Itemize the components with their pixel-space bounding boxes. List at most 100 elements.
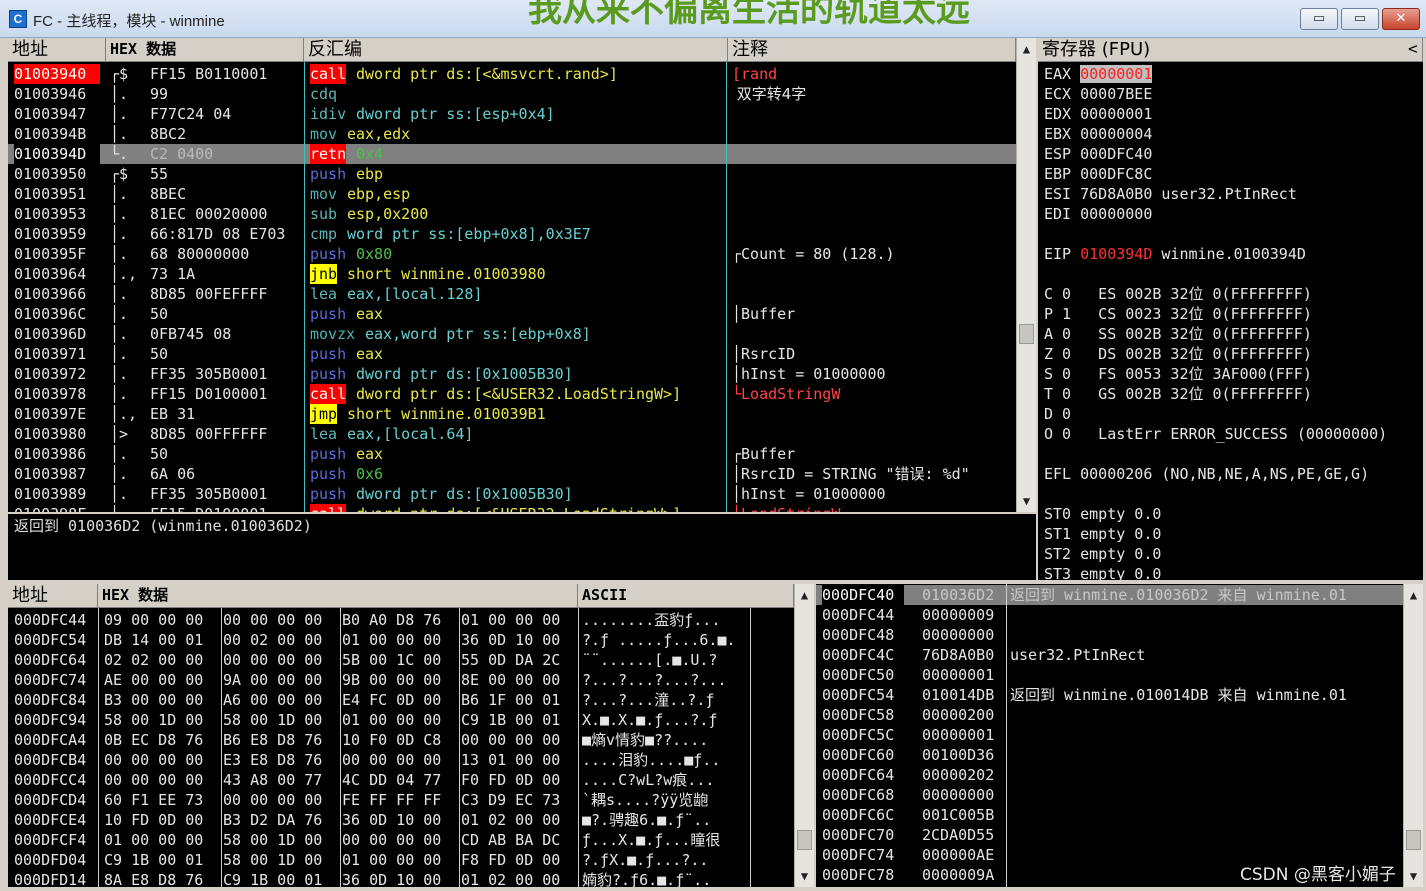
- stack-address[interactable]: 000DFC74: [822, 845, 904, 865]
- instruction-address[interactable]: 01003959: [14, 224, 100, 244]
- register-row[interactable]: ESI 76D8A0B0 user32.PtInRect: [1044, 184, 1297, 204]
- register-row[interactable]: EBX 00000004: [1044, 124, 1152, 144]
- stack-row[interactable]: 000DFC64 00000202: [816, 765, 1403, 785]
- dump-address[interactable]: 000DFC84: [14, 690, 98, 710]
- dump-col-header-hex[interactable]: HEX 数据: [98, 584, 578, 608]
- register-row[interactable]: S 0 FS 0053 32位 3AF000(FFF): [1044, 364, 1312, 384]
- scroll-down-icon[interactable]: ▼: [795, 867, 814, 885]
- scroll-up-icon[interactable]: ▲: [1017, 40, 1036, 58]
- stack-address[interactable]: 000DFC54: [822, 685, 904, 705]
- register-row[interactable]: A 0 SS 002B 32位 0(FFFFFFFF): [1044, 324, 1312, 344]
- disasm-row[interactable]: 01003951 │. 8BEC mov ebp,esp: [8, 184, 1016, 204]
- scroll-up-icon[interactable]: ▲: [795, 586, 814, 604]
- dump-address[interactable]: 000DFD14: [14, 870, 98, 887]
- disasm-row[interactable]: 01003989 │. FF35 305B0001 push dword ptr ds:…: [8, 484, 1016, 504]
- collapse-icon[interactable]: <: [1408, 39, 1418, 58]
- instruction-address[interactable]: 01003964: [14, 264, 100, 284]
- stack-row[interactable]: 000DFC48 00000000: [816, 625, 1403, 645]
- stack-row[interactable]: 000DFC70 2CDA0D55: [816, 825, 1403, 845]
- stack-address[interactable]: 000DFC5C: [822, 725, 904, 745]
- dump-row[interactable]: 000DFD14 8A E8 D8 76 C9 1B 00 01 36 0D 10 0…: [8, 870, 794, 887]
- register-row[interactable]: O 0 LastErr ERROR_SUCCESS (00000000): [1044, 424, 1387, 444]
- stack-address[interactable]: 000DFC68: [822, 785, 904, 805]
- cpu-scrollbar[interactable]: ▲ ▼: [1016, 38, 1036, 512]
- scroll-thumb[interactable]: [797, 830, 812, 850]
- dump-address[interactable]: 000DFCD4: [14, 790, 98, 810]
- disasm-row[interactable]: 0100394B │. 8BC2 mov eax,edx: [8, 124, 1016, 144]
- register-value[interactable]: 00000001: [1080, 65, 1153, 83]
- disasm-row[interactable]: 01003950 ┌$ 55 push ebp: [8, 164, 1016, 184]
- stack-address[interactable]: 000DFC48: [822, 625, 904, 645]
- stack-row[interactable]: 000DFC6C 001C005B: [816, 805, 1403, 825]
- stack-address[interactable]: 000DFC64: [822, 765, 904, 785]
- dump-address[interactable]: 000DFCA4: [14, 730, 98, 750]
- maximize-button[interactable]: ▭: [1341, 8, 1379, 30]
- stack-address[interactable]: 000DFC50: [822, 665, 904, 685]
- register-row[interactable]: ST0 empty 0.0: [1044, 504, 1161, 524]
- stack-row[interactable]: 000DFC5C 00000001: [816, 725, 1403, 745]
- register-row[interactable]: D 0: [1044, 404, 1071, 424]
- register-row[interactable]: ECX 00007BEE: [1044, 84, 1152, 104]
- dump-address[interactable]: 000DFD04: [14, 850, 98, 870]
- instruction-address[interactable]: 01003971: [14, 344, 100, 364]
- instruction-address[interactable]: 0100398F: [14, 504, 100, 512]
- minimize-button[interactable]: ▭: [1300, 8, 1338, 30]
- dump-row[interactable]: 000DFC64 02 02 00 00 00 00 00 00 5B 00 1C 0…: [8, 650, 794, 670]
- dump-col-header-ascii[interactable]: ASCII: [578, 584, 794, 608]
- dump-address[interactable]: 000DFCB4: [14, 750, 98, 770]
- disasm-row[interactable]: 01003946 │. 99 cdq 双字转4字: [8, 84, 1016, 104]
- instruction-address[interactable]: 0100397E: [14, 404, 100, 424]
- stack-address[interactable]: 000DFC70: [822, 825, 904, 845]
- dump-col-header-address[interactable]: 地址: [8, 584, 98, 608]
- instruction-address[interactable]: 01003947: [14, 104, 100, 124]
- dump-address[interactable]: 000DFCC4: [14, 770, 98, 790]
- disasm-row[interactable]: 01003953 │. 81EC 00020000 sub esp,0x200: [8, 204, 1016, 224]
- stack-row[interactable]: 000DFC40 010036D2 返回到 winmine.010036D2 来自 …: [816, 585, 1403, 605]
- dump-row[interactable]: 000DFD04 C9 1B 00 01 58 00 1D 00 01 00 00 0…: [8, 850, 794, 870]
- instruction-address[interactable]: 01003980: [14, 424, 100, 444]
- stack-row[interactable]: 000DFC58 00000200: [816, 705, 1403, 725]
- instruction-address[interactable]: 01003950: [14, 164, 100, 184]
- scroll-up-icon[interactable]: ▲: [1404, 586, 1423, 604]
- register-row[interactable]: C 0 ES 002B 32位 0(FFFFFFFF): [1044, 284, 1312, 304]
- stack-row[interactable]: 000DFC60 00100D36: [816, 745, 1403, 765]
- instruction-address[interactable]: 01003989: [14, 484, 100, 504]
- dump-address[interactable]: 000DFCE4: [14, 810, 98, 830]
- dump-row[interactable]: 000DFC44 09 00 00 00 00 00 00 00 B0 A0 D8 7…: [8, 610, 794, 630]
- register-row[interactable]: EAX 00000001: [1044, 64, 1153, 84]
- disasm-row[interactable]: 01003987 │. 6A 06 push 0x6 │RsrcID = STRING "…: [8, 464, 1016, 484]
- instruction-address[interactable]: 01003966: [14, 284, 100, 304]
- instruction-address[interactable]: 01003951: [14, 184, 100, 204]
- stack-pane[interactable]: 000DFC40 010036D2 返回到 winmine.010036D2 来自 …: [816, 584, 1423, 887]
- register-row[interactable]: EIP 0100394D winmine.0100394D: [1044, 244, 1306, 264]
- stack-address[interactable]: 000DFC4C: [822, 645, 904, 665]
- disasm-row[interactable]: 01003980 │> 8D85 00FFFFFF lea eax,[local.64]: [8, 424, 1016, 444]
- stack-address[interactable]: 000DFC6C: [822, 805, 904, 825]
- dump-row[interactable]: 000DFCA4 0B EC D8 76 B6 E8 D8 76 10 F0 0D C…: [8, 730, 794, 750]
- stack-address[interactable]: 000DFC60: [822, 745, 904, 765]
- instruction-address[interactable]: 0100396D: [14, 324, 100, 344]
- instruction-address[interactable]: 0100394D: [14, 144, 100, 164]
- instruction-address[interactable]: 01003946: [14, 84, 100, 104]
- dump-address[interactable]: 000DFC74: [14, 670, 98, 690]
- dump-row[interactable]: 000DFCF4 01 00 00 00 58 00 1D 00 00 00 00 0…: [8, 830, 794, 850]
- col-header-disasm[interactable]: 反汇编: [304, 38, 728, 62]
- disasm-row[interactable]: 01003964 │., 73 1A jnb short winmine.0100398…: [8, 264, 1016, 284]
- scroll-thumb[interactable]: [1019, 324, 1034, 344]
- stack-row[interactable]: 000DFC50 00000001: [816, 665, 1403, 685]
- dump-scrollbar[interactable]: ▲ ▼: [794, 584, 814, 887]
- register-row[interactable]: ST1 empty 0.0: [1044, 524, 1161, 544]
- dump-row[interactable]: 000DFC94 58 00 1D 00 58 00 1D 00 01 00 00 0…: [8, 710, 794, 730]
- cpu-pane[interactable]: 地址 HEX 数据 反汇编 注释 01003940 ┌$ FF15 B0110001…: [8, 38, 1036, 512]
- disasm-row[interactable]: 0100396C │. 50 push eax │Buffer: [8, 304, 1016, 324]
- register-row[interactable]: ESP 000DFC40: [1044, 144, 1152, 164]
- register-row[interactable]: ST2 empty 0.0: [1044, 544, 1161, 564]
- instruction-address[interactable]: 01003978: [14, 384, 100, 404]
- disasm-row[interactable]: 0100397E │., EB 31 jmp short winmine.010039B…: [8, 404, 1016, 424]
- register-row[interactable]: T 0 GS 002B 32位 0(FFFFFFFF): [1044, 384, 1312, 404]
- dump-row[interactable]: 000DFCE4 10 FD 0D 00 B3 D2 DA 76 36 0D 10 0…: [8, 810, 794, 830]
- disasm-row[interactable]: 01003959 │. 66:817D 08 E703 cmp word ptr ss:…: [8, 224, 1016, 244]
- register-row[interactable]: EFL 00000206 (NO,NB,NE,A,NS,PE,GE,G): [1044, 464, 1369, 484]
- register-row[interactable]: Z 0 DS 002B 32位 0(FFFFFFFF): [1044, 344, 1312, 364]
- dump-row[interactable]: 000DFC74 AE 00 00 00 9A 00 00 00 9B 00 00 0…: [8, 670, 794, 690]
